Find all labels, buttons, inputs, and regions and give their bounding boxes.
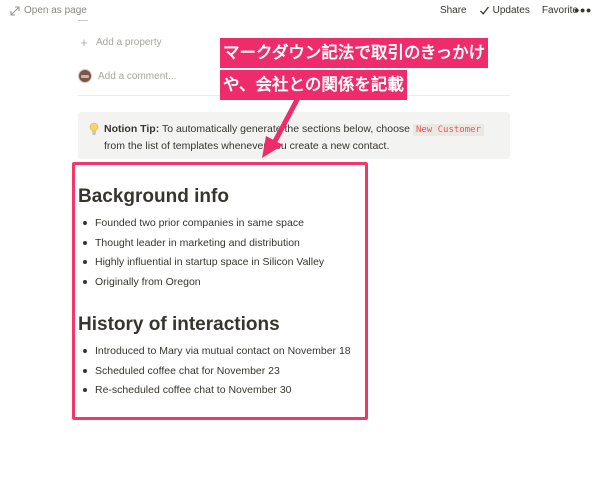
plus-icon: + bbox=[80, 35, 88, 50]
annotation-line-1: マークダウン記法で取引のきっかけ bbox=[220, 38, 489, 68]
favorite-button[interactable]: Favorite bbox=[542, 5, 578, 16]
avatar bbox=[78, 69, 92, 83]
share-button[interactable]: Share bbox=[440, 5, 467, 16]
open-as-page-label: Open as page bbox=[24, 5, 87, 16]
more-options-icon[interactable]: ••• bbox=[574, 2, 592, 18]
background-list: Founded two prior companies in same spac… bbox=[78, 215, 324, 294]
template-name-code: New Customer bbox=[412, 124, 484, 136]
updates-button[interactable]: Updates bbox=[479, 5, 530, 16]
expand-icon bbox=[10, 5, 20, 16]
callout-text: Notion Tip: To automatically generate th… bbox=[104, 121, 502, 154]
history-list: Introduced to Mary via mutual contact on… bbox=[78, 343, 351, 402]
top-bar: Open as page Share Updates Favorite ••• bbox=[0, 0, 600, 24]
background-heading: Background info bbox=[78, 186, 229, 207]
list-item: Re-scheduled coffee chat to November 30 bbox=[78, 382, 351, 402]
property-divider bbox=[78, 20, 88, 21]
notion-tip-callout: Notion Tip: To automatically generate th… bbox=[78, 112, 510, 159]
lightbulb-icon bbox=[89, 122, 99, 135]
list-item: Originally from Oregon bbox=[78, 274, 324, 294]
top-actions: Share Updates Favorite bbox=[428, 5, 578, 16]
add-property-label: Add a property bbox=[96, 37, 162, 48]
list-item: Introduced to Mary via mutual contact on… bbox=[78, 343, 351, 363]
list-item: Scheduled coffee chat for November 23 bbox=[78, 363, 351, 383]
annotation-label: マークダウン記法で取引のきっかけ や、会社との関係を記載 bbox=[220, 38, 489, 102]
tip-label: Notion Tip: bbox=[104, 123, 160, 135]
tip-text-after: from the list of templates whenever you … bbox=[104, 140, 390, 152]
add-property-button[interactable]: + Add a property bbox=[78, 35, 162, 50]
updates-label: Updates bbox=[492, 5, 530, 16]
open-as-page-button[interactable]: Open as page bbox=[10, 5, 87, 16]
comment-placeholder: Add a comment... bbox=[98, 70, 177, 82]
list-item: Thought leader in marketing and distribu… bbox=[78, 235, 324, 255]
annotation-line-2: や、会社との関係を記載 bbox=[220, 70, 407, 100]
check-icon bbox=[479, 6, 489, 15]
history-heading: History of interactions bbox=[78, 314, 280, 335]
list-item: Highly influential in startup space in S… bbox=[78, 254, 324, 274]
list-item: Founded two prior companies in same spac… bbox=[78, 215, 324, 235]
tip-text-before: To automatically generate the sections b… bbox=[159, 123, 413, 135]
